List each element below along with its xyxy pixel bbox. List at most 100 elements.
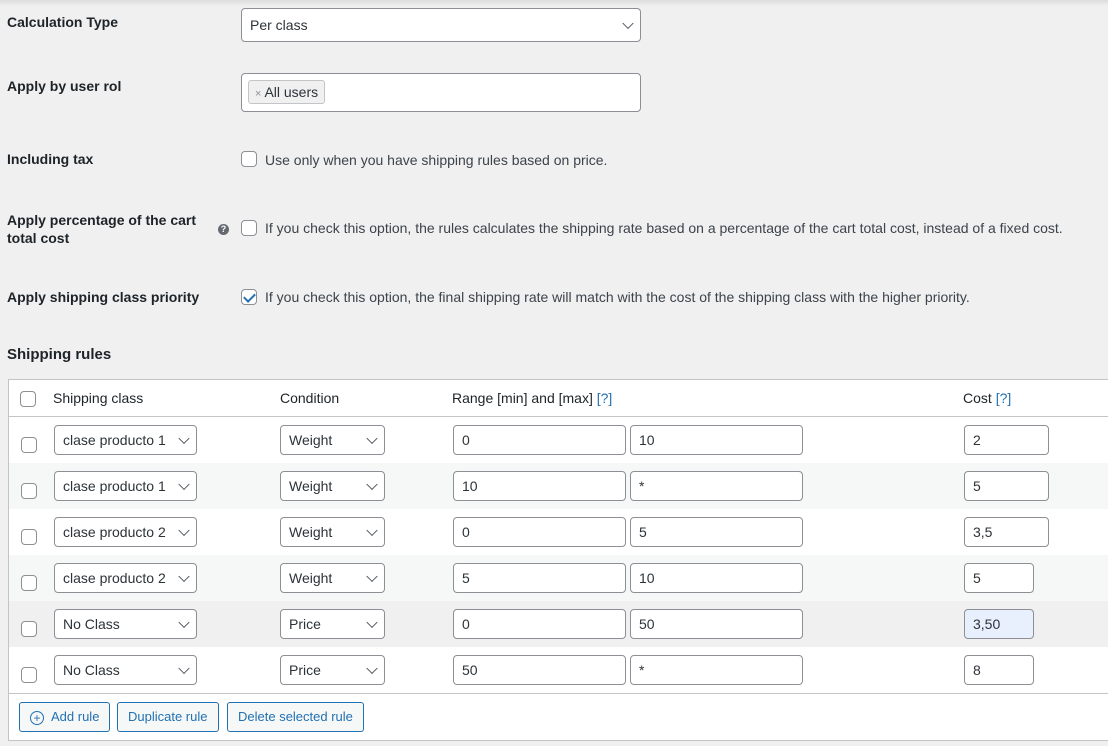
- cost-help-link[interactable]: [?]: [996, 390, 1012, 406]
- percentage-label-line2: total cost: [7, 230, 70, 246]
- condition-select[interactable]: Price: [280, 609, 385, 639]
- chevron-down-icon: [366, 478, 378, 491]
- including-tax-label: Including tax: [7, 151, 94, 167]
- class-priority-checkbox[interactable]: [241, 289, 257, 305]
- chevron-down-icon: [178, 478, 190, 491]
- row-checkbox[interactable]: [21, 575, 37, 591]
- shipping-class-select[interactable]: clase producto 2: [54, 517, 197, 547]
- cost-input[interactable]: 2: [964, 425, 1049, 455]
- percentage-label-line1: Apply percentage of the cart: [7, 212, 197, 228]
- shipping-rules-title: Shipping rules: [7, 346, 112, 363]
- top-shadow: [0, 0, 1108, 6]
- range-min-input[interactable]: 0: [453, 425, 626, 455]
- range-max-input[interactable]: 10: [630, 563, 803, 593]
- range-help-link[interactable]: [?]: [597, 390, 613, 406]
- row-checkbox[interactable]: [21, 437, 37, 453]
- shipping-class-value: clase producto 1: [63, 478, 166, 494]
- column-header-range: Range [min] and [max] [?]: [452, 390, 612, 406]
- table-row: No Class Price 50 * 8: [9, 647, 1108, 693]
- range-min-input[interactable]: 50: [453, 655, 626, 685]
- cost-value: 3,50: [973, 616, 1001, 632]
- including-tax-checkbox[interactable]: [241, 151, 257, 167]
- range-min-value: 0: [462, 432, 470, 448]
- range-max-input[interactable]: *: [630, 655, 803, 685]
- range-min-input[interactable]: 5: [453, 563, 626, 593]
- condition-select[interactable]: Weight: [280, 425, 385, 455]
- table-row: clase producto 1 Weight 10 * 5: [9, 463, 1108, 509]
- shipping-class-select[interactable]: No Class: [54, 655, 197, 685]
- condition-select[interactable]: Weight: [280, 563, 385, 593]
- range-max-input[interactable]: *: [630, 471, 803, 501]
- add-circle-icon: +: [30, 711, 44, 725]
- range-max-value: 50: [639, 616, 655, 632]
- range-min-input[interactable]: 0: [453, 517, 626, 547]
- cost-value: 5: [973, 570, 981, 586]
- duplicate-rule-button[interactable]: Duplicate rule: [117, 702, 219, 732]
- column-header-shipping-class: Shipping class: [53, 390, 144, 406]
- shipping-class-select[interactable]: No Class: [54, 609, 197, 639]
- user-role-multiselect[interactable]: × All users: [241, 73, 641, 112]
- row-checkbox[interactable]: [21, 483, 37, 499]
- shipping-class-value: clase producto 2: [63, 524, 166, 540]
- shipping-class-value: clase producto 1: [63, 432, 166, 448]
- class-priority-description: If you check this option, the final ship…: [265, 289, 970, 305]
- range-min-input[interactable]: 0: [453, 609, 626, 639]
- cost-input[interactable]: 5: [964, 563, 1034, 593]
- shipping-rules-table: Shipping class Condition Range [min] and…: [8, 379, 1108, 741]
- footer-divider: [9, 693, 1108, 694]
- cost-input[interactable]: 8: [964, 655, 1034, 685]
- chevron-down-icon: [366, 524, 378, 537]
- calculation-type-label: Calculation Type: [7, 14, 118, 30]
- condition-select[interactable]: Price: [280, 655, 385, 685]
- delete-selected-rule-button[interactable]: Delete selected rule: [227, 702, 364, 732]
- calculation-type-select[interactable]: Per class: [241, 8, 641, 42]
- condition-value: Price: [289, 662, 321, 678]
- range-max-input[interactable]: 50: [630, 609, 803, 639]
- condition-select[interactable]: Weight: [280, 517, 385, 547]
- condition-value: Weight: [289, 478, 333, 494]
- user-role-tag-text: All users: [264, 84, 319, 100]
- range-min-value: 0: [462, 524, 470, 540]
- cost-value: 3,5: [973, 524, 993, 540]
- chevron-down-icon: [622, 17, 634, 30]
- cost-input[interactable]: 5: [964, 471, 1049, 501]
- row-checkbox[interactable]: [21, 621, 37, 637]
- shipping-class-select[interactable]: clase producto 1: [54, 471, 197, 501]
- row-checkbox[interactable]: [21, 529, 37, 545]
- range-max-value: *: [639, 662, 645, 678]
- help-icon[interactable]: ?: [218, 224, 229, 235]
- column-header-condition: Condition: [280, 390, 340, 406]
- percentage-checkbox[interactable]: [241, 220, 257, 236]
- cost-input[interactable]: 3,5: [964, 517, 1049, 547]
- condition-value: Weight: [289, 432, 333, 448]
- shipping-class-value: No Class: [63, 662, 120, 678]
- cost-input[interactable]: 3,50: [964, 609, 1034, 639]
- chevron-down-icon: [178, 524, 190, 537]
- chevron-down-icon: [366, 616, 378, 629]
- shipping-class-select[interactable]: clase producto 1: [54, 425, 197, 455]
- table-row: No Class Price 0 50 3,50: [9, 601, 1108, 647]
- range-max-value: 5: [639, 524, 647, 540]
- range-max-input[interactable]: 10: [630, 425, 803, 455]
- add-rule-button[interactable]: + Add rule: [19, 702, 111, 732]
- range-max-value: 10: [639, 432, 655, 448]
- remove-tag-icon[interactable]: ×: [255, 88, 261, 100]
- user-role-label: Apply by user rol: [7, 78, 122, 94]
- chevron-down-icon: [178, 616, 190, 629]
- row-checkbox[interactable]: [21, 667, 37, 683]
- condition-select[interactable]: Weight: [280, 471, 385, 501]
- shipping-class-select[interactable]: clase producto 2: [54, 563, 197, 593]
- range-min-input[interactable]: 10: [453, 471, 626, 501]
- range-min-value: 10: [462, 478, 478, 494]
- range-max-input[interactable]: 5: [630, 517, 803, 547]
- select-all-checkbox[interactable]: [20, 391, 36, 407]
- range-max-value: 10: [639, 570, 655, 586]
- table-row: clase producto 2 Weight 5 10 5: [9, 555, 1108, 601]
- range-min-value: 0: [462, 616, 470, 632]
- shipping-class-value: clase producto 2: [63, 570, 166, 586]
- chevron-down-icon: [366, 570, 378, 583]
- chevron-down-icon: [366, 662, 378, 675]
- cost-value: 8: [973, 662, 981, 678]
- chevron-down-icon: [178, 432, 190, 445]
- range-header-text: Range [min] and [max]: [452, 390, 593, 406]
